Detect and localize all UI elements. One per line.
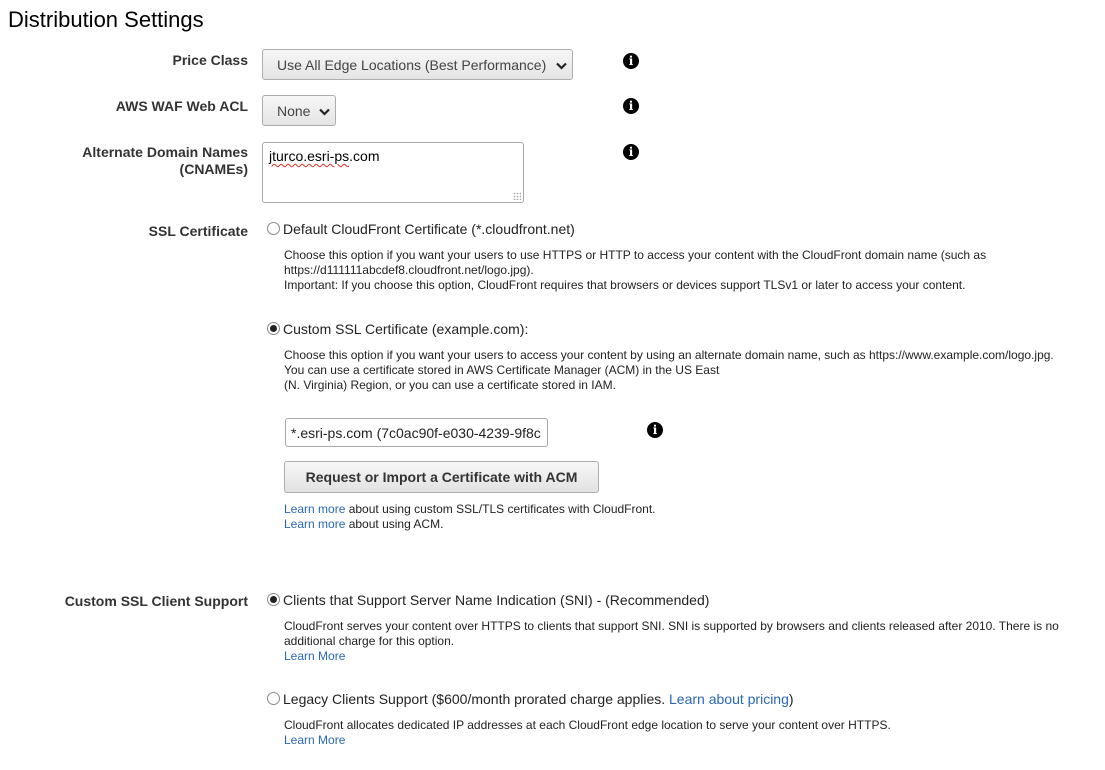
legacy-learn-more-link[interactable]: Learn More	[284, 733, 345, 747]
cnames-label-line1: Alternate Domain Names	[82, 144, 248, 160]
learn-more-acm-link[interactable]: Learn more	[284, 517, 345, 531]
certificate-input[interactable]: *.esri-ps.com (7c0ac90f-e030-4239-9f8c	[285, 418, 548, 447]
page-title: Distribution Settings	[8, 7, 204, 32]
sni-desc-line1: CloudFront serves your content over HTTP…	[284, 619, 1059, 633]
cnames-value-misspelled: jturco.esri-ps	[269, 148, 350, 164]
sni-learn-more-link[interactable]: Learn More	[284, 649, 345, 663]
price-class-info-icon[interactable]: i	[623, 53, 639, 69]
legacy-desc-line1: CloudFront allocates dedicated IP addres…	[284, 718, 891, 732]
custom-cert-desc-line2: You can use a certificate stored in AWS …	[284, 363, 720, 377]
price-class-label: Price Class	[172, 52, 249, 68]
learn-more-acm-line: Learn more about using ACM.	[284, 517, 884, 532]
chevron-down-icon	[550, 57, 572, 73]
legacy-radio[interactable]	[267, 692, 280, 705]
sni-option-label[interactable]: Clients that Support Server Name Indicat…	[283, 592, 709, 609]
certificate-info-icon[interactable]: i	[647, 422, 663, 438]
price-class-select[interactable]: Use All Edge Locations (Best Performance…	[262, 49, 573, 80]
custom-cert-desc-line3: (N. Virginia) Region, or you can use a c…	[284, 378, 616, 392]
cnames-textarea[interactable]: jturco.esri-ps.com	[262, 142, 524, 203]
custom-cert-radio[interactable]	[267, 322, 280, 335]
cnames-value-suffix: .com	[349, 148, 380, 164]
learn-more-ssl-text: about using custom SSL/TLS certificates …	[345, 502, 656, 516]
price-class-value: Use All Edge Locations (Best Performance…	[277, 56, 547, 73]
learn-about-pricing-link[interactable]: Learn about pricing	[669, 691, 789, 707]
waf-info-icon[interactable]: i	[623, 98, 639, 114]
sni-description: CloudFront serves your content over HTTP…	[284, 619, 1094, 664]
learn-more-acm-text: about using ACM.	[345, 517, 444, 531]
cnames-label: Alternate Domain Names (CNAMEs)	[0, 144, 248, 178]
learn-more-ssl-link[interactable]: Learn more	[284, 502, 345, 516]
legacy-label-prefix: Legacy Clients Support ($600/month prora…	[283, 691, 670, 707]
waf-select[interactable]: None	[262, 95, 336, 126]
sni-radio[interactable]	[267, 593, 280, 606]
cnames-label-line2: (CNAMEs)	[179, 161, 248, 177]
learn-more-ssl-line: Learn more about using custom SSL/TLS ce…	[284, 502, 884, 517]
waf-value: None	[277, 102, 311, 119]
client-support-label: Custom SSL Client Support	[64, 593, 248, 609]
custom-cert-option-label[interactable]: Custom SSL Certificate (example.com):	[283, 321, 528, 338]
default-cert-option-label[interactable]: Default CloudFront Certificate (*.cloudf…	[283, 221, 575, 238]
cnames-info-icon[interactable]: i	[623, 144, 639, 160]
chevron-down-icon	[313, 103, 335, 119]
custom-cert-description: Choose this option if you want your user…	[284, 348, 1094, 393]
default-cert-desc-line1: Choose this option if you want your user…	[284, 248, 987, 262]
legacy-description: CloudFront allocates dedicated IP addres…	[284, 718, 1094, 748]
radio-selected-dot	[270, 596, 277, 603]
default-cert-desc-line3: Important: If you choose this option, Cl…	[284, 278, 966, 292]
legacy-label-suffix: )	[788, 691, 794, 707]
default-cert-description: Choose this option if you want your user…	[284, 248, 1094, 293]
default-cert-radio[interactable]	[267, 222, 280, 235]
custom-cert-desc-line1: Choose this option if you want your user…	[284, 348, 1054, 362]
request-import-acm-button[interactable]: Request or Import a Certificate with ACM	[284, 461, 599, 493]
waf-label: AWS WAF Web ACL	[115, 98, 248, 114]
resize-grip-icon[interactable]	[513, 192, 521, 200]
radio-selected-dot	[270, 325, 277, 332]
legacy-option-label[interactable]: Legacy Clients Support ($600/month prora…	[283, 691, 794, 708]
ssl-certificate-label: SSL Certificate	[148, 223, 248, 239]
default-cert-desc-line2: https://d111111abcdef8.cloudfront.net/lo…	[284, 263, 534, 277]
sni-desc-line2: additional charge for this option.	[284, 634, 455, 648]
